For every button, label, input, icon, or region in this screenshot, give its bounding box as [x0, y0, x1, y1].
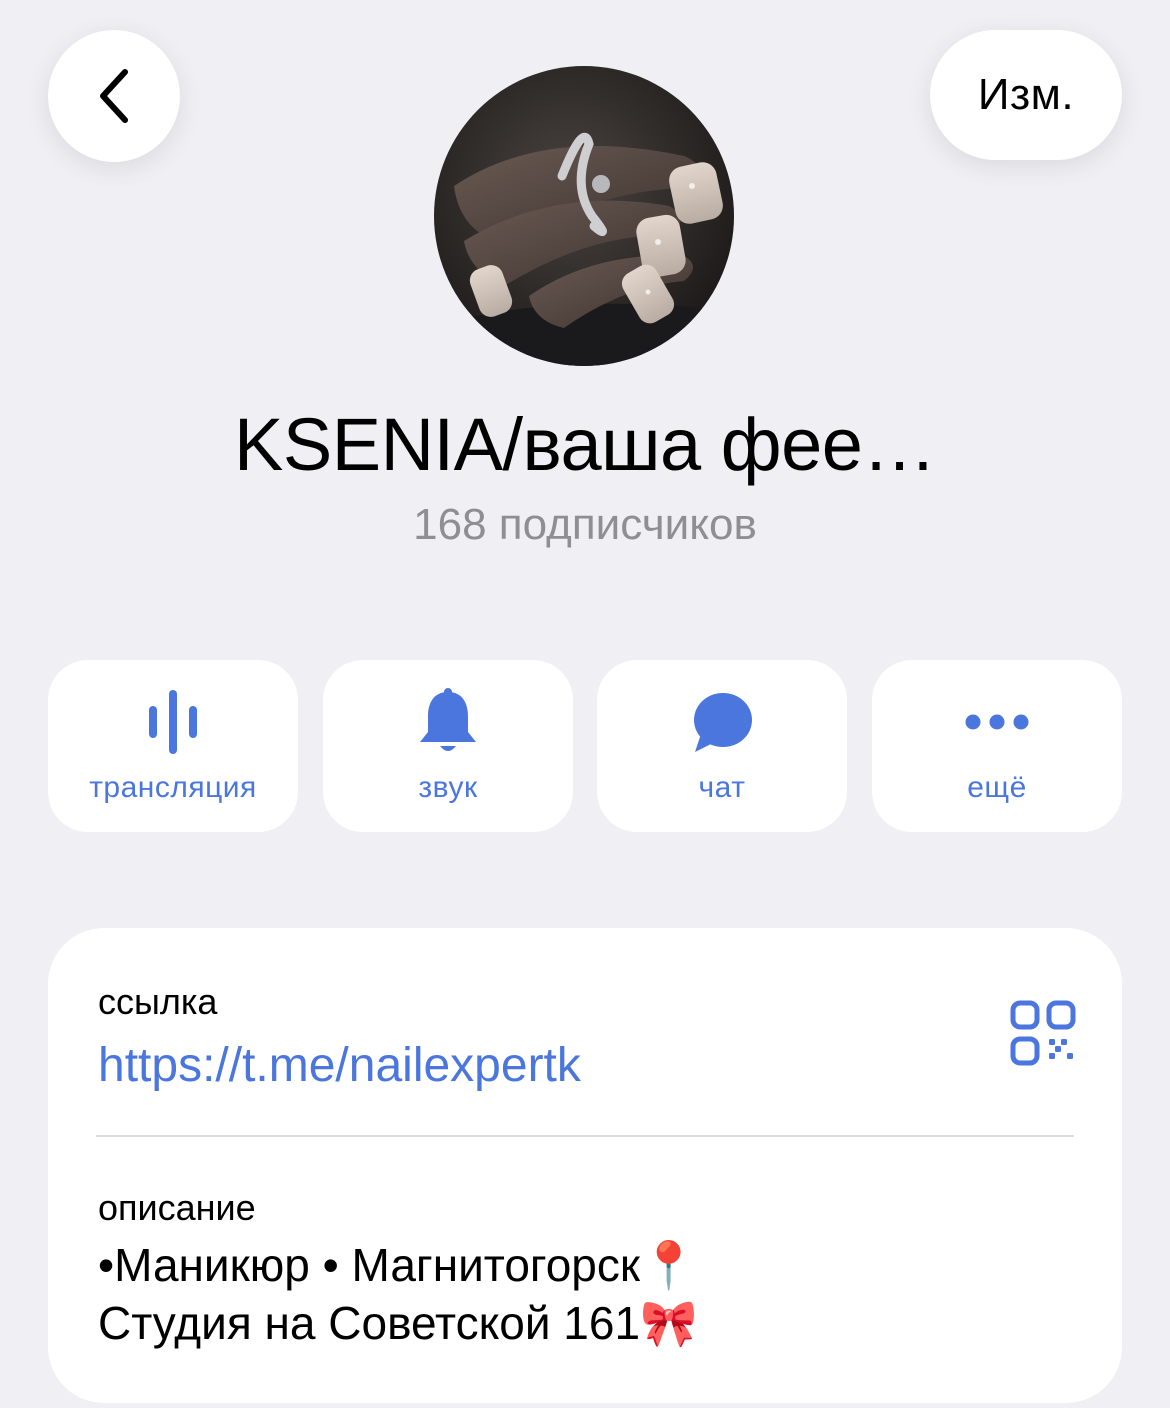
more-button[interactable]: ещё [872, 660, 1122, 832]
more-dots-icon [965, 714, 1029, 730]
bell-icon [420, 688, 476, 751]
sound-label: звук [418, 771, 478, 804]
chat-label: чат [698, 771, 746, 804]
description-label: описание [98, 1187, 256, 1228]
channel-avatar[interactable] [434, 66, 734, 366]
live-stream-button[interactable]: трансляция [48, 660, 298, 832]
qr-code-icon[interactable] [1010, 1000, 1076, 1066]
channel-link[interactable]: https://t.me/nailexpertk [98, 1036, 581, 1096]
back-button[interactable] [48, 30, 180, 162]
description-line: Студия на Советской 161🎀 [98, 1297, 698, 1349]
subscriber-count: 168 подписчиков [413, 500, 757, 549]
avatar-photo [434, 66, 734, 366]
link-label: ссылка [98, 981, 218, 1022]
description-line: •Маникюр • Магнитогорск📍 [98, 1239, 698, 1291]
sound-button[interactable]: звук [323, 660, 573, 832]
live-stream-icon [149, 690, 197, 754]
divider [96, 1135, 1074, 1137]
chat-button[interactable]: чат [597, 660, 847, 832]
description-text: •Маникюр • Магнитогорск📍 Студия на Совет… [98, 1236, 697, 1352]
chat-bubble-icon [694, 693, 752, 752]
info-card: ссылка https://t.me/nailexpertk описание… [48, 928, 1122, 1403]
more-label: ещё [967, 771, 1027, 804]
chevron-left-icon [100, 69, 128, 123]
channel-name: KSENIA/ваша фее… [234, 403, 936, 486]
edit-button[interactable]: Изм. [930, 30, 1122, 160]
action-bar: трансляция звук чат ещё [48, 660, 1122, 832]
live-stream-label: трансляция [89, 771, 257, 804]
